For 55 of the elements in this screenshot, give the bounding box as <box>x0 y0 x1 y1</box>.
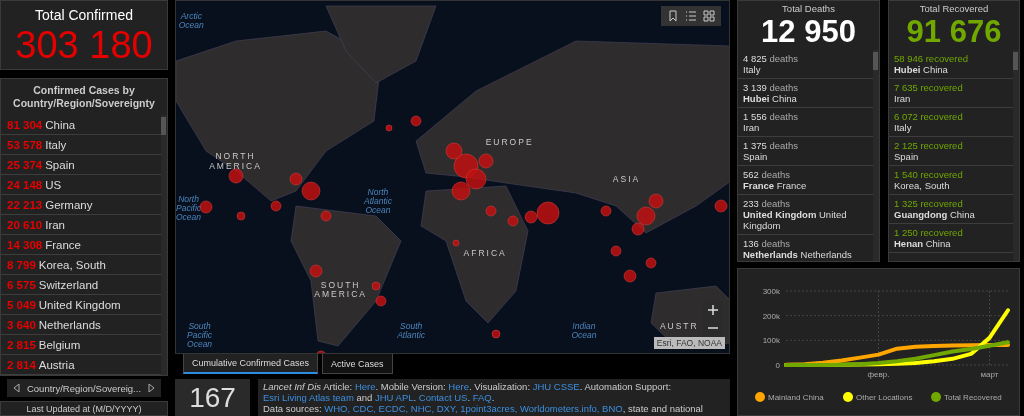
grid-icon[interactable] <box>703 10 715 22</box>
scrollbar[interactable] <box>873 50 879 261</box>
scrollbar[interactable] <box>161 115 167 375</box>
total-recovered-title: Total Recovered <box>918 2 990 14</box>
ocean-label: North Pacific Ocean <box>176 194 202 223</box>
continent-label: AFRICA <box>463 249 507 259</box>
info-link[interactable]: WHO, CDC, ECDC, NHC, DXY, 1point3acres, Worldometers.info, BNO <box>324 403 623 414</box>
total-confirmed-title: Total Confirmed <box>33 6 134 23</box>
info-link[interactable]: JHU APL <box>374 392 414 403</box>
legend-label[interactable]: Mainland China <box>768 393 824 402</box>
list-icon[interactable] <box>685 10 697 22</box>
info-link[interactable]: Esri Living Atlas team <box>263 392 354 403</box>
right-triangle-icon[interactable] <box>148 383 155 393</box>
total-deaths-value: 12 950 <box>760 14 857 50</box>
map-tab[interactable]: Active Cases <box>322 354 393 374</box>
ocean-label: South Atlantic <box>397 321 426 341</box>
y-tick-label: 200k <box>762 311 780 321</box>
legend-dot <box>843 392 853 402</box>
total-confirmed-value: 303 180 <box>14 23 154 67</box>
info-text: Lancet Inf Dis Article: Here. Mobile Version: Here. Visualization: JHU CSSE. Automation Support: Esri Living Atlas team and JHU APL. Contact US. FAQ. <box>263 381 673 403</box>
continent-label: SOUTH AMERICA <box>314 281 367 300</box>
map-tab[interactable]: Cumulative Confirmed Cases <box>183 354 319 374</box>
x-tick-label: март <box>980 370 999 379</box>
total-deaths-title: Total Deaths <box>781 2 836 14</box>
ocean-label: Indian Ocean <box>571 321 597 341</box>
continent-label: ASIA <box>612 175 641 185</box>
continent-label: AUSTR <box>659 321 699 331</box>
left-triangle-icon[interactable] <box>13 383 20 393</box>
countries-count: 167 <box>189 383 236 415</box>
legend-dot <box>755 392 765 402</box>
plus-icon <box>708 305 718 315</box>
world-map[interactable]: Arctic Ocean North Pacific Ocean NORTH AMERICA EUROPE ASIA North Atlantic Ocean AFRICA SOUTH AMERICA South Pacific Ocean South Atlantic Indian Ocean AUSTR Esri, FAO, NOAA <box>175 0 730 355</box>
continent-label: NORTH AMERICA <box>209 152 262 172</box>
info-link[interactable]: Here <box>448 381 469 392</box>
y-tick-label: 0 <box>775 361 780 370</box>
pager-label: Country/Region/Sovereig... <box>26 382 142 394</box>
country-list-title: Confirmed Cases by Country/Region/Sovereignty <box>12 83 156 111</box>
info-link[interactable]: JHU CSSE <box>532 381 580 392</box>
ocean-label: South Pacific Ocean <box>187 321 213 350</box>
y-tick-label: 300k <box>762 287 780 296</box>
bookmark-icon[interactable] <box>667 10 679 22</box>
legend-label[interactable]: Other Locations <box>856 393 913 402</box>
continent-label: EUROPE <box>485 138 534 148</box>
legend-label[interactable]: Total Recovered <box>944 393 1002 402</box>
last-updated-label: Last Updated at (M/D/YYYY) <box>26 403 142 414</box>
y-tick-label: 100k <box>762 336 780 346</box>
ocean-label: North Atlantic Ocean <box>364 187 392 216</box>
scrollbar[interactable] <box>1013 50 1019 261</box>
info-link[interactable]: FAQ <box>472 392 492 403</box>
map-attribution: Esri, FAO, NOAA <box>653 337 725 350</box>
ocean-label: Arctic Ocean <box>178 11 204 31</box>
x-tick-label: февр. <box>867 370 890 379</box>
info-text: Data sources: WHO, CDC, ECDC, NHC, DXY, 1point3acres, Worldometers.info, BNO, state and national <box>263 403 704 414</box>
total-recovered-value: 91 676 <box>905 14 1003 50</box>
legend-dot <box>931 392 941 402</box>
